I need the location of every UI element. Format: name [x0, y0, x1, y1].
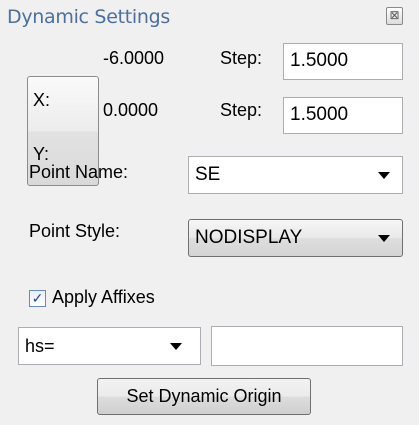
point-style-value: NODISPLAY	[195, 227, 303, 248]
point-name-select[interactable]: SE	[188, 156, 403, 194]
y-step-input[interactable]: 1.5000	[283, 97, 403, 134]
affix-text-input[interactable]	[211, 326, 403, 366]
y-value: 0.0000	[103, 100, 159, 120]
x-label: X:	[33, 90, 51, 110]
title-bar: Dynamic Settings ⊠	[0, 0, 419, 34]
affix-select[interactable]: hs=	[18, 327, 201, 365]
close-icon[interactable]: ⊠	[386, 7, 403, 25]
set-dynamic-origin-button[interactable]: Set Dynamic Origin	[97, 378, 311, 415]
window-title: Dynamic Settings	[7, 6, 170, 28]
point-name-label: Point Name:	[29, 162, 129, 182]
point-style-label: Point Style:	[29, 221, 121, 241]
chevron-down-icon	[170, 343, 182, 350]
apply-affixes-checkbox[interactable]: ✓	[29, 290, 46, 307]
chevron-down-icon	[378, 172, 390, 179]
point-style-select[interactable]: NODISPLAY	[188, 219, 403, 257]
x-step-input[interactable]: 1.5000	[283, 43, 403, 80]
apply-affixes-label[interactable]: Apply Affixes	[52, 287, 155, 308]
y-step-label: Step:	[220, 100, 263, 120]
x-step-label: Step:	[220, 48, 263, 68]
affix-select-value: hs=	[25, 336, 55, 356]
chevron-down-icon	[378, 235, 390, 242]
point-name-value: SE	[195, 164, 221, 185]
x-value: -6.0000	[103, 48, 165, 68]
